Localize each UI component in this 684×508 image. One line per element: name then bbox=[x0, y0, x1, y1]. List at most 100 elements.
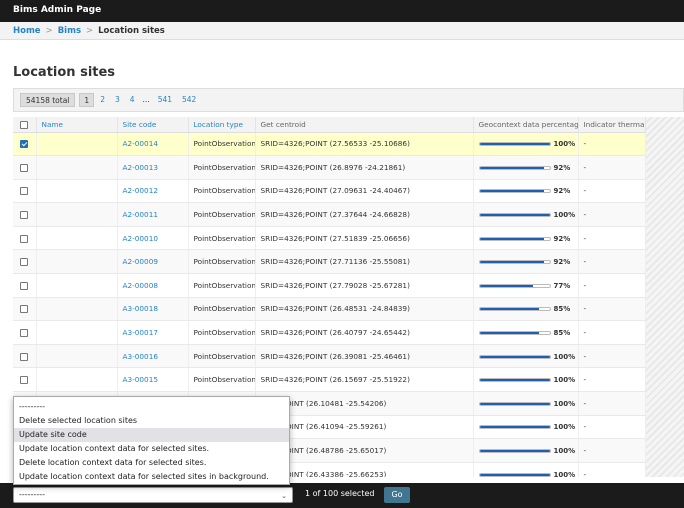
table-row[interactable]: A2-00010 PointObservation SRID=4326;POINT … bbox=[13, 226, 646, 251]
site-code-link[interactable]: A3-00018 bbox=[123, 304, 158, 313]
row-checkbox[interactable] bbox=[20, 329, 29, 338]
row-checkbox[interactable] bbox=[20, 140, 29, 149]
row-checkbox[interactable] bbox=[20, 234, 29, 243]
cell-site-code: A2-00014 bbox=[117, 132, 189, 157]
action-select-value: --------- bbox=[19, 490, 45, 499]
cell-name bbox=[36, 320, 118, 345]
progress-bar bbox=[478, 331, 551, 336]
row-checkbox[interactable] bbox=[20, 258, 29, 267]
table-row[interactable]: A2-00008 PointObservation SRID=4326;POINT … bbox=[13, 273, 646, 298]
action-option[interactable]: --------- bbox=[14, 400, 289, 414]
action-option[interactable]: Update site code bbox=[14, 428, 289, 442]
cell-name bbox=[36, 202, 118, 227]
column-header-centroid: Get centroid bbox=[255, 117, 474, 133]
cell-site-code: A3-00017 bbox=[117, 320, 189, 345]
breadcrumb-bims[interactable]: Bims bbox=[58, 26, 81, 36]
row-checkbox[interactable] bbox=[20, 281, 29, 290]
site-code-link[interactable]: A2-00013 bbox=[123, 163, 158, 172]
cell-geocontext: 100% bbox=[473, 367, 579, 393]
table-row[interactable]: A3-00016 PointObservation SRID=4326;POINT … bbox=[13, 344, 646, 369]
row-checkbox[interactable] bbox=[20, 305, 29, 314]
cell-name bbox=[36, 179, 118, 204]
breadcrumb-home[interactable]: Home bbox=[13, 26, 41, 36]
row-checkbox[interactable] bbox=[20, 187, 29, 196]
page-link[interactable]: 4 bbox=[126, 93, 139, 107]
cell-location-type: PointObservation bbox=[188, 249, 256, 275]
page-link[interactable]: 2 bbox=[96, 93, 109, 107]
site-code-link[interactable]: A3-00017 bbox=[123, 328, 158, 337]
progress-percent: 92% bbox=[553, 163, 571, 172]
progress-percent: 100% bbox=[553, 352, 576, 361]
table-row[interactable]: A2-00012 PointObservation SRID=4326;POINT … bbox=[13, 179, 646, 204]
site-code-link[interactable]: A2-00014 bbox=[123, 139, 158, 148]
cell-site-code: A2-00010 bbox=[117, 226, 189, 251]
cell-geocontext: 85% bbox=[473, 320, 579, 345]
cell-geocontext: 100% bbox=[473, 462, 579, 477]
cell-location-type: PointObservation bbox=[188, 226, 256, 251]
cell-location-type: PointObservation bbox=[188, 155, 256, 180]
action-option[interactable]: Update location context data for selecte… bbox=[14, 442, 289, 456]
progress-bar-fill bbox=[479, 284, 534, 287]
site-code-link[interactable]: A2-00011 bbox=[123, 210, 158, 219]
column-header-name[interactable]: Name bbox=[36, 117, 118, 133]
table-row[interactable]: A3-00015 PointObservation SRID=4326;POINT … bbox=[13, 367, 646, 393]
cell-site-code: A3-00015 bbox=[117, 367, 189, 393]
cell-indicator-thermal: - bbox=[578, 132, 646, 157]
table-row[interactable]: A2-00013 PointObservation SRID=4326;POINT … bbox=[13, 155, 646, 180]
progress-bar bbox=[478, 354, 551, 359]
cell-location-type: PointObservation bbox=[188, 367, 256, 393]
site-code-link[interactable]: A2-00010 bbox=[123, 234, 158, 243]
breadcrumb-current: Location sites bbox=[98, 26, 165, 36]
column-header-site-code[interactable]: Site code bbox=[117, 117, 189, 133]
site-code-link[interactable]: A2-00009 bbox=[123, 257, 158, 266]
site-code-link[interactable]: A2-00012 bbox=[123, 186, 158, 195]
progress-bar-fill bbox=[479, 143, 550, 146]
site-code-link[interactable]: A2-00008 bbox=[123, 281, 158, 290]
action-option[interactable]: Update location context data for selecte… bbox=[14, 470, 289, 484]
progress-percent: 100% bbox=[553, 399, 576, 408]
column-header-indicator-thermal: Indicator thermal bbox=[578, 117, 646, 133]
progress-percent: 92% bbox=[553, 187, 571, 196]
page-link[interactable]: 3 bbox=[111, 93, 124, 107]
go-button[interactable]: Go bbox=[384, 487, 410, 503]
action-option[interactable]: Delete selected location sites bbox=[14, 414, 289, 428]
progress-bar bbox=[478, 307, 551, 312]
table-row[interactable]: A2-00009 PointObservation SRID=4326;POINT … bbox=[13, 249, 646, 275]
site-title[interactable]: Bims Admin Page bbox=[13, 5, 101, 15]
select-all-checkbox-cell bbox=[13, 117, 37, 133]
cell-geocontext: 92% bbox=[473, 249, 579, 275]
progress-bar-fill bbox=[479, 450, 550, 453]
cell-location-type: PointObservation bbox=[188, 132, 256, 157]
cell-centroid: SRID=4326;POINT (26.15697 -25.51922) bbox=[255, 367, 474, 393]
select-all-checkbox[interactable] bbox=[20, 120, 29, 129]
cell-site-code: A3-00018 bbox=[117, 297, 189, 322]
row-checkbox-cell bbox=[13, 297, 37, 322]
action-dropdown-list: --------- Delete selected location sites U… bbox=[13, 396, 290, 485]
table-row[interactable]: A2-00014 PointObservation SRID=4326;POINT … bbox=[13, 132, 646, 157]
progress-bar bbox=[478, 449, 551, 454]
progress-bar bbox=[478, 165, 551, 170]
row-checkbox-cell bbox=[13, 202, 37, 227]
row-checkbox-cell bbox=[13, 344, 37, 369]
table-row[interactable]: A2-00011 PointObservation SRID=4326;POINT … bbox=[13, 202, 646, 227]
cell-indicator-thermal: - bbox=[578, 155, 646, 180]
row-checkbox[interactable] bbox=[20, 211, 29, 220]
site-code-link[interactable]: A3-00016 bbox=[123, 352, 158, 361]
row-checkbox[interactable] bbox=[20, 376, 29, 385]
table-row[interactable]: A3-00018 PointObservation SRID=4326;POINT … bbox=[13, 297, 646, 322]
action-option[interactable]: Delete location context data for selecte… bbox=[14, 456, 289, 470]
site-code-link[interactable]: A3-00015 bbox=[123, 375, 158, 384]
cell-centroid: SRID=4326;POINT (27.37644 -24.66828) bbox=[255, 202, 474, 227]
page-link[interactable]: 541 bbox=[154, 93, 176, 107]
progress-percent: 100% bbox=[553, 376, 576, 385]
progress-bar-fill bbox=[479, 332, 539, 335]
action-select[interactable]: --------- ⌄ bbox=[13, 487, 293, 503]
row-checkbox[interactable] bbox=[20, 163, 29, 172]
table-row[interactable]: A3-00017 PointObservation SRID=4326;POINT … bbox=[13, 320, 646, 345]
row-checkbox[interactable] bbox=[20, 352, 29, 361]
progress-bar-fill bbox=[479, 379, 550, 382]
cell-name bbox=[36, 273, 118, 298]
page-link[interactable]: 542 bbox=[178, 93, 200, 107]
progress-percent: 85% bbox=[553, 329, 571, 338]
column-header-location-type[interactable]: Location type bbox=[188, 117, 256, 133]
